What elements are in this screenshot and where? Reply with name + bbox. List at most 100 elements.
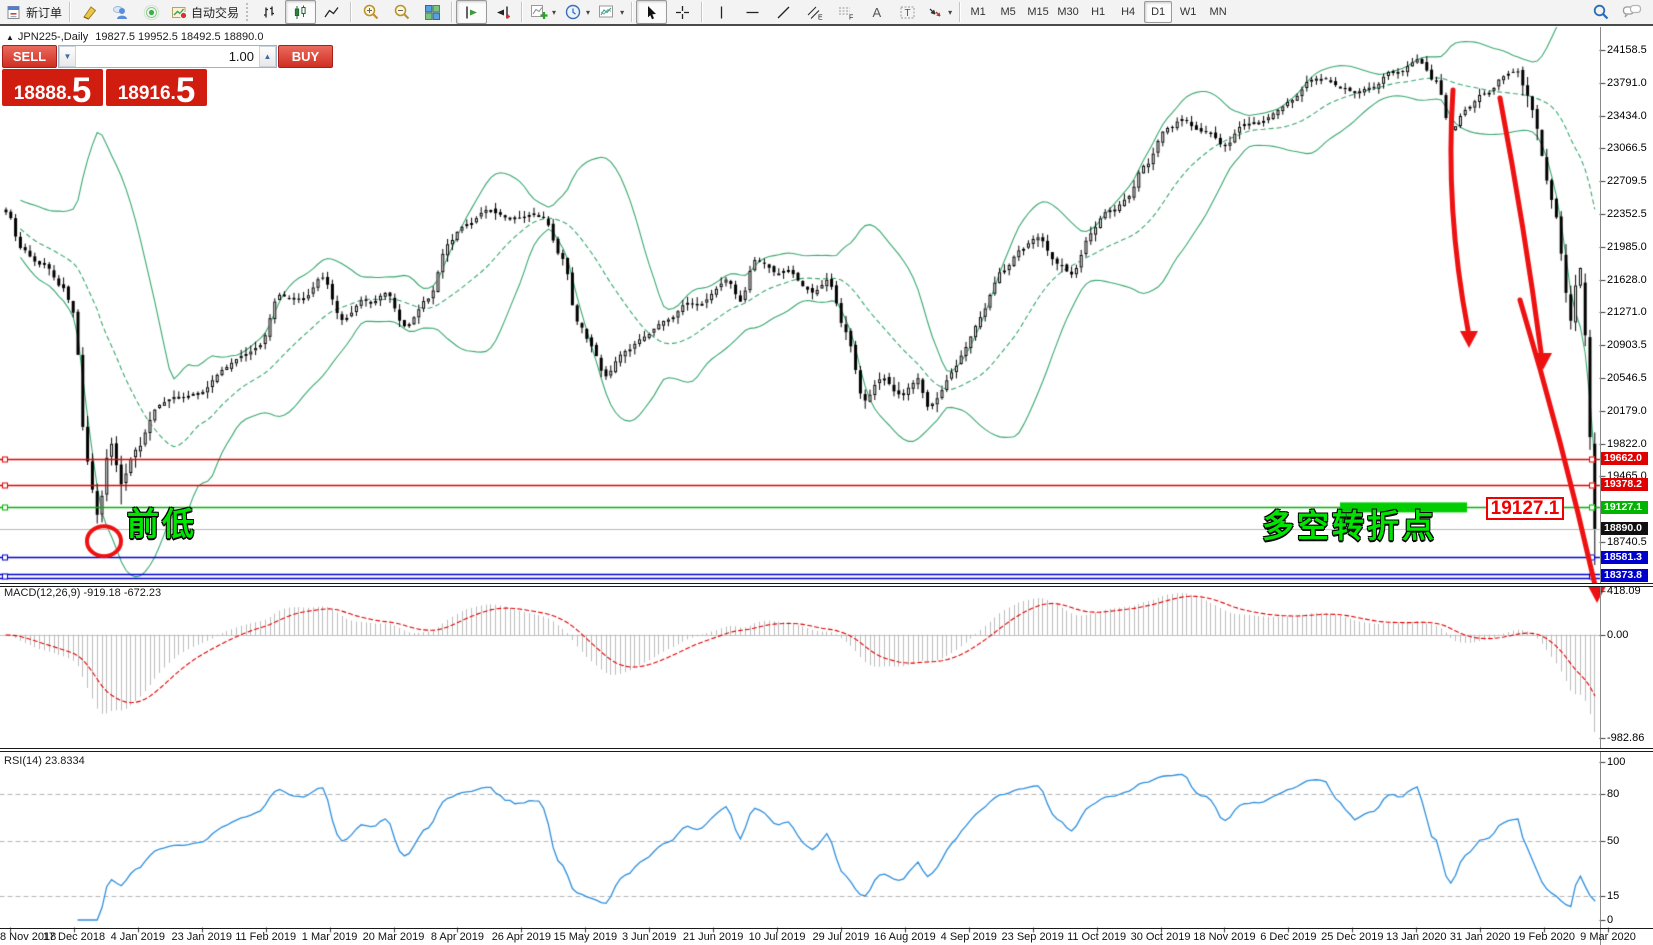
arrows-icon [927, 4, 944, 21]
arrows-button[interactable]: ▾ [923, 0, 956, 24]
price-tick-label: 21271.0 [1607, 306, 1647, 318]
trendline-icon [775, 4, 792, 21]
new-order-label: 新订单 [26, 4, 62, 21]
svg-text:E: E [818, 14, 823, 21]
rsi-pane-divider[interactable] [0, 748, 1653, 752]
price-level-badge: 19127.1 [1601, 501, 1648, 514]
bar-chart-button[interactable] [254, 0, 285, 24]
profile-button[interactable] [105, 0, 136, 24]
templates-button[interactable]: ▾ [594, 0, 628, 24]
zoom-out-button[interactable] [386, 0, 417, 24]
timeframe-button-h4[interactable]: H4 [1114, 1, 1142, 23]
timeframe-button-m1[interactable]: M1 [964, 1, 992, 23]
macd-pane-divider[interactable] [0, 583, 1653, 587]
fibonacci-button[interactable]: F [830, 0, 861, 24]
date-tick-label: 4 Sep 2019 [941, 931, 997, 943]
date-tick-label: 4 Jan 2019 [111, 931, 165, 943]
date-tick-label: 30 Oct 2019 [1131, 931, 1191, 943]
separator [631, 2, 633, 22]
timeframe-button-mn[interactable]: MN [1204, 1, 1232, 23]
line-chart-button[interactable] [316, 0, 347, 24]
search-button[interactable] [1585, 0, 1616, 24]
equidistant-channel-button[interactable]: E [799, 0, 830, 24]
crosshair-button[interactable] [667, 0, 698, 24]
channel-icon: E [806, 4, 824, 21]
buy-price-display[interactable]: 18916.5 [106, 69, 207, 106]
line-chart-icon [323, 4, 340, 21]
buy-price-main: 18916. [118, 84, 176, 104]
date-tick-label: 6 Dec 2019 [1260, 931, 1316, 943]
signals-button[interactable] [136, 0, 167, 24]
timeframe-button-w1[interactable]: W1 [1174, 1, 1202, 23]
separator [701, 2, 703, 22]
date-tick-label: 1 Mar 2019 [302, 931, 358, 943]
price-tick-label: 18740.5 [1607, 536, 1647, 548]
zoom-in-icon [362, 3, 380, 21]
timeframe-button-m5[interactable]: M5 [994, 1, 1022, 23]
indicators-button[interactable]: ▾ [526, 0, 560, 24]
macd-indicator-label: MACD(12,26,9) -919.18 -672.23 [4, 587, 161, 599]
horizontal-line-button[interactable] [737, 0, 768, 24]
periods-button[interactable]: ▾ [560, 0, 594, 24]
autotrading-label: 自动交易 [191, 4, 239, 21]
date-tick-label: 26 Apr 2019 [492, 931, 551, 943]
chart-canvas[interactable] [0, 0, 1653, 945]
candlestick-button[interactable] [285, 0, 316, 24]
mt4-terminal: { "toolbar": { "new_order_label": "新订单",… [0, 0, 1653, 945]
metaeditor-button[interactable] [74, 0, 105, 24]
chart-title: ▲JPN225-,Daily19827.5 19952.5 18492.5 18… [6, 31, 263, 43]
metaeditor-icon [81, 4, 98, 21]
separator [350, 2, 352, 22]
text-button[interactable]: A [861, 0, 892, 24]
date-tick-label: 11 Feb 2019 [235, 931, 296, 943]
price-tick-label: 21985.0 [1607, 241, 1647, 253]
prev-low-annotation[interactable]: 前低 [127, 499, 197, 545]
trendline-button[interactable] [768, 0, 799, 24]
price-tick-label: 23791.0 [1607, 77, 1647, 89]
date-tick-label: 25 Dec 2019 [1321, 931, 1383, 943]
new-order-button[interactable]: 新订单 [2, 0, 66, 24]
price-tick-label: 22352.5 [1607, 208, 1647, 220]
level-price-label[interactable]: 19127.1 [1486, 497, 1564, 520]
volume-input[interactable] [76, 46, 259, 67]
sell-button[interactable]: SELL [2, 45, 57, 68]
autotrading-button[interactable]: 自动交易 [167, 0, 243, 24]
date-tick-label: 16 Aug 2019 [874, 931, 936, 943]
chart-shift-icon [494, 4, 511, 21]
text-label-button[interactable]: T [892, 0, 923, 24]
buy-button[interactable]: BUY [278, 45, 333, 68]
price-tick-label: 20903.5 [1607, 339, 1647, 351]
chat-button[interactable] [1616, 0, 1647, 24]
svg-text:A: A [873, 5, 882, 20]
macd-tick-label: 418.09 [1607, 585, 1641, 597]
panel-collapse-icon[interactable]: ▲ [6, 33, 14, 42]
text-label-icon: T [899, 4, 917, 21]
price-tick-label: 23434.0 [1607, 110, 1647, 122]
crosshair-icon [674, 4, 691, 21]
price-tick-label: 21628.0 [1607, 274, 1647, 286]
cursor-button[interactable] [636, 0, 667, 24]
auto-scroll-button[interactable] [456, 0, 487, 24]
volume-increase-button[interactable]: ▲ [259, 46, 276, 67]
profile-icon [112, 4, 129, 21]
zoom-in-button[interactable] [355, 0, 386, 24]
volume-stepper: ▼ ▲ [58, 45, 277, 68]
date-tick-label: 23 Sep 2019 [1002, 931, 1064, 943]
timeframe-button-h1[interactable]: H1 [1084, 1, 1112, 23]
turning-point-annotation[interactable]: 多空转折点 [1262, 501, 1437, 547]
timeframe-button-m30[interactable]: M30 [1054, 1, 1082, 23]
signals-icon [143, 4, 160, 21]
auto-scroll-icon [463, 4, 480, 21]
tile-windows-button[interactable] [417, 0, 448, 24]
timeframe-button-d1[interactable]: D1 [1144, 1, 1172, 23]
vertical-line-button[interactable] [706, 0, 737, 24]
date-tick-label: 3 Jun 2019 [622, 931, 676, 943]
chart-shift-button[interactable] [487, 0, 518, 24]
caret-down-icon: ▾ [620, 8, 624, 17]
templates-icon [598, 3, 616, 21]
date-tick-label: 29 Jul 2019 [813, 931, 870, 943]
timeframe-button-m15[interactable]: M15 [1024, 1, 1052, 23]
tile-windows-icon [424, 4, 441, 21]
volume-decrease-button[interactable]: ▼ [59, 46, 76, 67]
sell-price-display[interactable]: 18888.5 [2, 69, 103, 106]
